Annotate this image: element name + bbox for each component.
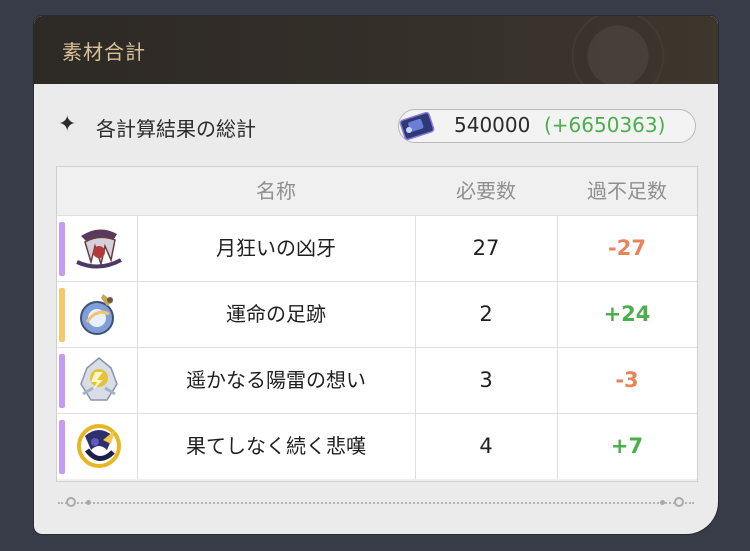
divider-dot-right [660,500,665,505]
icon-cell [57,348,138,413]
rarity-stripe [59,420,65,474]
shortage-count: -27 [608,236,646,260]
material-name: 遥かなる陽雷の想い [137,348,416,413]
table-row: 運命の足跡 2 +24 [57,281,697,347]
panel-header: 素材合計 [34,16,718,84]
four-point-star-icon: ✦ [58,112,77,137]
currency-value: 540000 [454,113,531,137]
icon-cell [57,216,138,281]
divider-ornament-left [66,497,76,507]
summary-label: 各計算結果の総計 [96,117,256,141]
materials-table: 名称 必要数 過不足数 月狂いの凶牙 27 -27 運命の足跡 2 +24 遥か… [56,166,698,482]
required-count: 3 [415,348,558,413]
ticket-icon [399,111,435,141]
header-name: 名称 [256,179,296,203]
table-row: 遥かなる陽雷の想い 3 -3 [57,347,697,413]
rarity-stripe [59,222,65,276]
divider-ornament-right [674,497,684,507]
shortage-count: +7 [610,434,644,458]
table-row: 月狂いの凶牙 27 -27 [57,215,697,281]
thunder-crystal-icon [80,357,118,401]
panel-title: 素材合計 [62,40,146,64]
material-name: 月狂いの凶牙 [137,216,416,281]
sorrow-ring-icon [77,424,121,468]
header-required: 必要数 [456,179,516,203]
divider-dot-left [86,500,91,505]
material-total-panel: 素材合計 ✦ 各計算結果の総計 540000 (+6650363) 名称 必要数… [34,16,718,534]
header-ornament [508,16,718,84]
icon-cell [57,282,138,347]
header-shortage: 過不足数 [587,179,667,203]
required-count: 4 [415,414,558,479]
destiny-orb-icon [80,294,114,335]
currency-delta: (+6650363) [544,113,666,137]
required-count: 27 [415,216,558,281]
material-name: 果てしなく続く悲嘆 [137,414,416,479]
table-row: 果てしなく続く悲嘆 4 +7 [57,413,697,479]
material-name: 運命の足跡 [137,282,416,347]
footer-divider [58,502,694,506]
shortage-count: +24 [603,302,651,326]
fang-material-icon [76,229,122,269]
icon-cell [57,414,138,479]
rarity-stripe [59,354,65,408]
required-count: 2 [415,282,558,347]
rarity-stripe [59,288,65,342]
shortage-count: -3 [615,368,639,392]
